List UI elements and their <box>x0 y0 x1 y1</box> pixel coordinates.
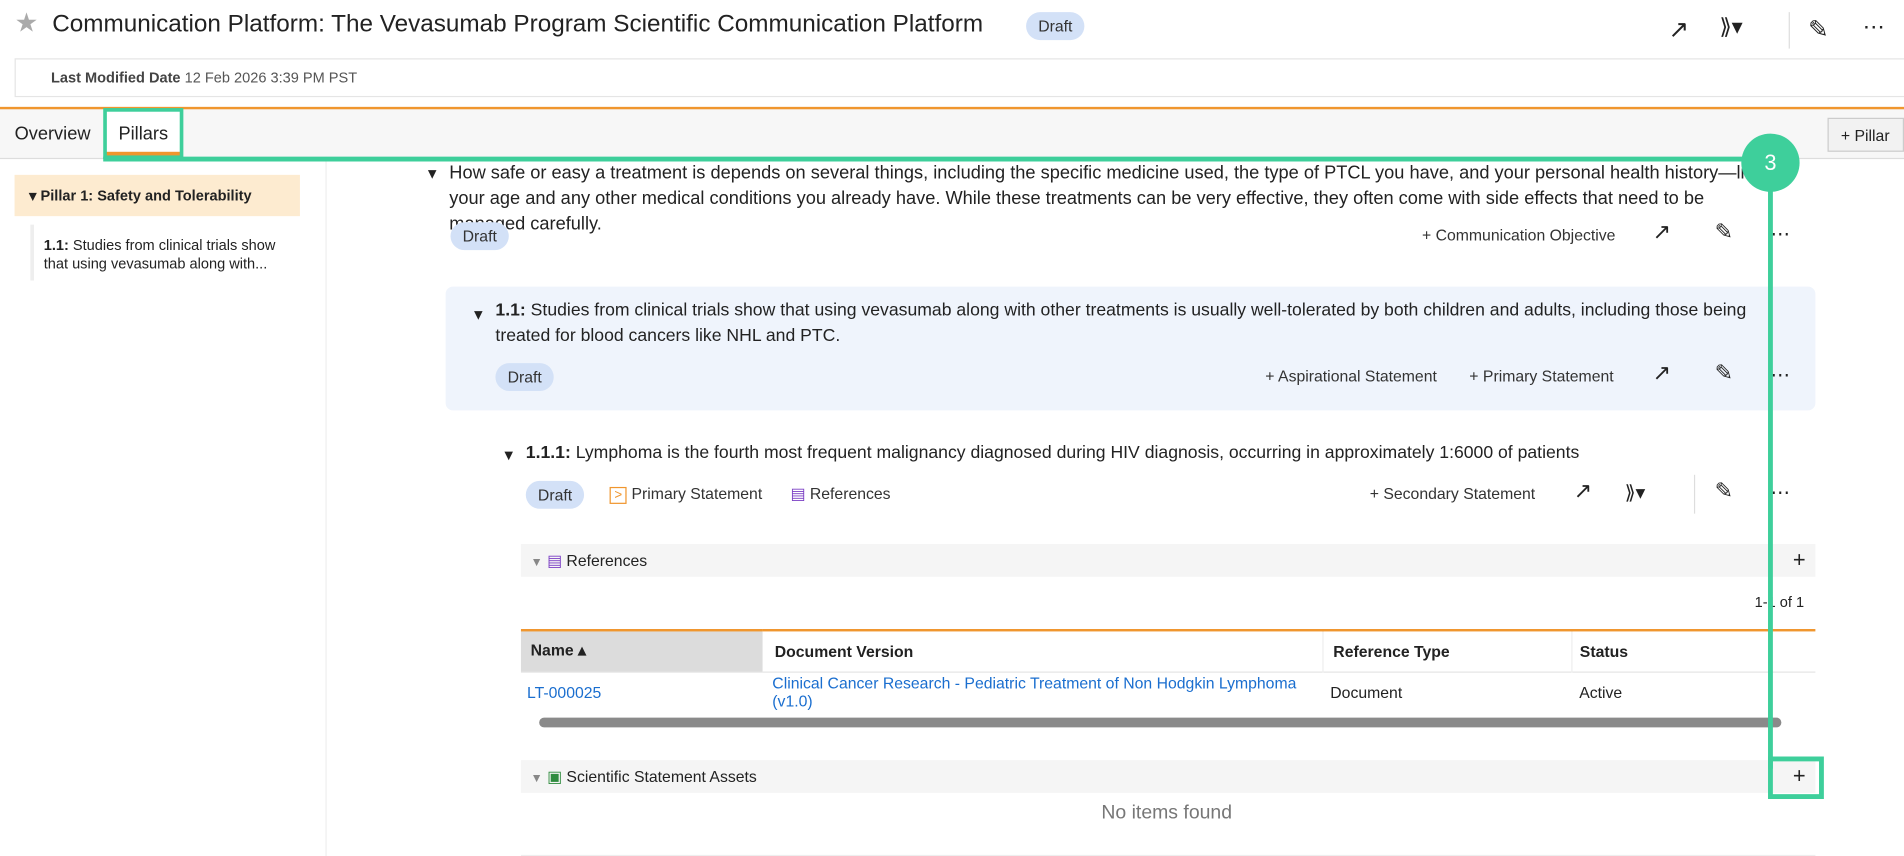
edit-pencil-icon[interactable]: ✎ <box>1715 220 1733 246</box>
more-icon[interactable]: ⋯ <box>1863 15 1885 41</box>
references-table: Name ▴ Document Version Reference Type S… <box>520 629 1816 713</box>
meta-bar: Last Modified Date 12 Feb 2026 3:39 PM P… <box>14 58 1904 98</box>
last-modified-value: 12 Feb 2026 3:39 PM PST <box>184 69 358 87</box>
sidebar-pillar-item[interactable]: ▾ Pillar 1: Safety and Tolerability <box>14 174 300 217</box>
workflow-icon[interactable]: ⟫▾ <box>1625 481 1646 505</box>
table-row: LT-000025 Clinical Cancer Research - Ped… <box>521 672 1815 713</box>
tag-label: Primary Statement <box>631 484 763 503</box>
add-aspirational-statement-button[interactable]: + Aspirational Statement <box>1265 367 1437 385</box>
open-external-icon[interactable]: ↗ <box>1668 15 1688 45</box>
more-icon[interactable]: ⋯ <box>1770 222 1789 246</box>
status-badge: Draft <box>1026 12 1085 41</box>
annotation-highlight-add <box>1768 756 1824 800</box>
document-icon: ▤ <box>790 484 806 503</box>
horizontal-scrollbar[interactable] <box>521 714 1815 731</box>
column-reference-type[interactable]: Reference Type <box>1322 630 1573 672</box>
statement-text: 1.1.1: Lymphoma is the fourth most frequ… <box>526 443 1579 462</box>
add-secondary-statement-button[interactable]: + Secondary Statement <box>1370 485 1535 503</box>
add-communication-objective-button[interactable]: + Communication Objective <box>1422 226 1615 244</box>
more-icon[interactable]: ⋯ <box>1770 481 1789 505</box>
divider <box>1788 12 1790 49</box>
add-pillar-label: Pillar <box>1854 126 1890 145</box>
column-status[interactable]: Status <box>1572 630 1815 671</box>
more-icon[interactable]: ⋯ <box>1770 363 1789 387</box>
objective-text: 1.1: Studies from clinical trials show t… <box>495 299 1800 350</box>
workflow-icon[interactable]: ⟫▾ <box>1719 15 1742 41</box>
scrollbar-thumb[interactable] <box>539 717 1782 728</box>
divider <box>1693 474 1696 514</box>
collapse-icon[interactable]: ▼ <box>531 556 543 569</box>
edit-pencil-icon[interactable]: ✎ <box>1808 15 1828 45</box>
tab-bar <box>0 106 1904 160</box>
page-title: Communication Platform: The Vevasumab Pr… <box>52 10 984 38</box>
add-label: Primary Statement <box>1482 366 1614 385</box>
annotation-line <box>103 156 1771 162</box>
add-reference-button[interactable]: + <box>1793 544 1806 577</box>
statement-num: 1.1.1: <box>525 443 571 463</box>
pagination: 1-1 of 1 <box>1754 593 1805 611</box>
collapse-objective-icon[interactable]: ▼ <box>471 306 485 323</box>
tab-overview[interactable]: Overview <box>15 124 91 145</box>
column-document-version[interactable]: Document Version <box>762 630 1324 672</box>
collapse-pillar-icon[interactable]: ▼ <box>425 165 439 182</box>
open-external-icon[interactable]: ↗ <box>1574 478 1592 504</box>
statement-status-badge: Draft <box>525 480 585 509</box>
add-label: Communication Objective <box>1435 225 1616 245</box>
primary-statement-icon: > <box>609 486 628 504</box>
annotation-highlight-tab <box>103 108 184 160</box>
primary-statement-tag[interactable]: > Primary Statement <box>609 484 763 504</box>
open-external-icon[interactable]: ↗ <box>1653 220 1671 246</box>
edit-pencil-icon[interactable]: ✎ <box>1715 361 1733 387</box>
reference-name-link[interactable]: LT-000025 <box>521 672 763 713</box>
asset-file-icon: ▣ <box>547 767 563 786</box>
column-name[interactable]: Name ▴ <box>520 630 763 672</box>
annotation-line <box>1768 161 1773 769</box>
references-tag[interactable]: ▤ References <box>791 485 891 504</box>
document-version-link[interactable]: Clinical Cancer Research - Pediatric Tre… <box>763 672 1323 713</box>
objective-num: 1.1: <box>495 301 526 321</box>
section-title: Scientific Statement Assets <box>566 767 757 786</box>
statement-body: Lymphoma is the fourth most frequent mal… <box>575 443 1580 463</box>
last-modified-label: Last Modified Date <box>51 69 181 87</box>
reference-status: Active <box>1579 683 1623 702</box>
sidebar-item-1-1[interactable]: 1.1: Studies from clinical trials show t… <box>30 224 292 281</box>
add-label: Secondary Statement <box>1383 484 1536 503</box>
add-pillar-button[interactable]: + Pillar <box>1827 117 1904 152</box>
add-label: Aspirational Statement <box>1278 366 1437 385</box>
references-section-header[interactable]: ▼ ▤ References + <box>520 544 1816 577</box>
edit-pencil-icon[interactable]: ✎ <box>1715 478 1733 504</box>
section-title: References <box>566 551 648 570</box>
objective-status-badge: Draft <box>495 363 554 392</box>
add-primary-statement-button[interactable]: + Primary Statement <box>1469 367 1613 385</box>
annotation-step-badge: 3 <box>1741 133 1800 192</box>
reference-type: Document <box>1330 683 1403 702</box>
sidebar-item-text: Studies from clinical trials show that u… <box>43 236 276 273</box>
tag-label: References <box>809 484 891 503</box>
table-header-row: Name ▴ Document Version Reference Type S… <box>520 630 1816 672</box>
objective-body: Studies from clinical trials show that u… <box>495 301 1747 347</box>
star-icon[interactable]: ★ <box>15 7 39 39</box>
pillar-status-badge: Draft <box>450 222 510 251</box>
sidebar-pillar-label: Pillar 1: Safety and Tolerability <box>40 187 252 205</box>
collapse-icon[interactable]: ▼ <box>531 772 543 785</box>
document-icon: ▤ <box>547 551 563 570</box>
open-external-icon[interactable]: ↗ <box>1653 361 1671 387</box>
sidebar-divider <box>325 156 327 856</box>
assets-section-header[interactable]: ▼ ▣ Scientific Statement Assets + <box>520 760 1816 793</box>
sidebar-item-num: 1.1: <box>43 236 69 254</box>
collapse-statement-icon[interactable]: ▼ <box>502 447 516 464</box>
empty-state: No items found <box>1101 802 1233 824</box>
